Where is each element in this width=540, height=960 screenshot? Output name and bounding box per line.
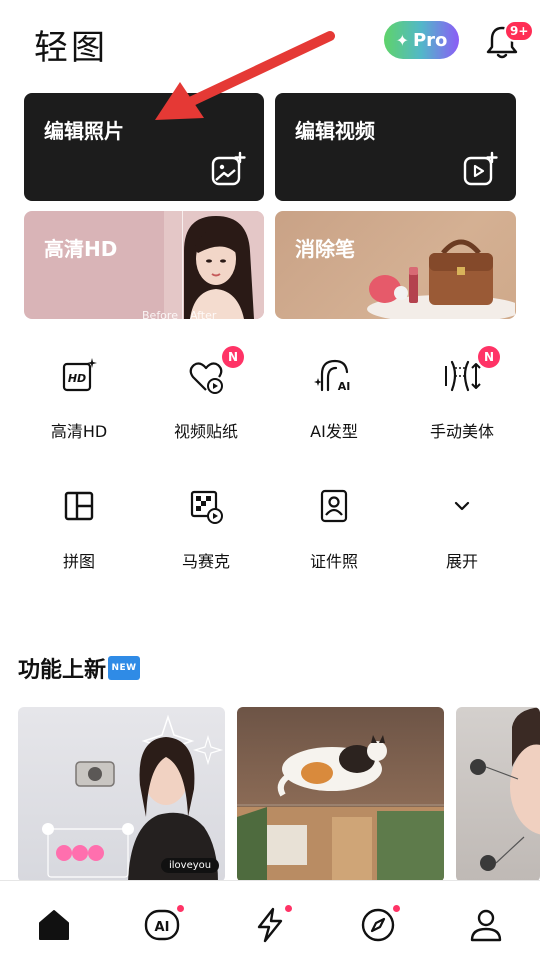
tool-label: 手动美体 bbox=[429, 422, 494, 441]
hd-icon: HD bbox=[62, 358, 97, 392]
compass-notification-dot bbox=[393, 905, 400, 912]
edit-photo-label: 编辑照片 bbox=[44, 119, 124, 143]
edit-video-card[interactable]: 编辑视频 bbox=[275, 93, 516, 201]
edit-photo-card[interactable]: 编辑照片 bbox=[24, 93, 264, 201]
ai-icon[interactable]: AI bbox=[142, 905, 182, 945]
profile-icon[interactable] bbox=[466, 905, 506, 945]
tool-ai-hair[interactable]: AI AI发型 bbox=[274, 356, 394, 442]
ai-hair-icon: AI bbox=[314, 359, 351, 393]
header: 轻图 ✦ Pro 9+ bbox=[0, 0, 540, 84]
notification-badge: 9+ bbox=[504, 20, 535, 42]
bottom-nav: AI bbox=[0, 880, 540, 960]
tool-hd[interactable]: HD 高清HD bbox=[19, 356, 139, 442]
section-title-new-features: 功能上新 NEW bbox=[18, 652, 141, 684]
thumb-2-image bbox=[237, 735, 444, 882]
feature-thumb-1[interactable]: iloveyou bbox=[18, 707, 225, 882]
before-after-divider bbox=[182, 211, 183, 319]
compass-icon[interactable] bbox=[358, 905, 398, 945]
hd-card-label: 高清HD bbox=[44, 237, 118, 261]
edit-video-label: 编辑视频 bbox=[295, 119, 375, 143]
before-label: Before bbox=[142, 309, 178, 319]
new-badge: N bbox=[478, 346, 500, 368]
tool-collage[interactable]: 拼图 bbox=[19, 486, 139, 572]
heart-video-icon bbox=[189, 362, 223, 394]
chevron-down-icon bbox=[454, 501, 470, 511]
tool-body-shape[interactable]: N 手动美体 bbox=[402, 346, 522, 442]
tool-label: AI发型 bbox=[310, 422, 358, 441]
svg-text:AI: AI bbox=[338, 380, 351, 393]
feature-thumb-2[interactable] bbox=[237, 707, 444, 882]
handbag-image bbox=[367, 239, 515, 319]
add-video-icon bbox=[463, 151, 498, 186]
eraser-card[interactable]: 消除笔 bbox=[275, 211, 516, 319]
tool-label: 视频贴纸 bbox=[173, 422, 238, 441]
svg-text:HD: HD bbox=[68, 372, 86, 385]
eraser-card-label: 消除笔 bbox=[295, 237, 355, 261]
hd-card[interactable]: 高清HD Before After bbox=[24, 211, 264, 319]
tool-expand[interactable]: 展开 bbox=[402, 486, 522, 572]
tool-label: 高清HD bbox=[50, 422, 108, 441]
mosaic-icon bbox=[190, 490, 223, 524]
ai-notification-dot bbox=[177, 905, 184, 912]
section-title-text: 功能上新 bbox=[18, 658, 107, 683]
pro-button[interactable]: ✦ Pro bbox=[384, 21, 459, 59]
home-icon[interactable] bbox=[34, 905, 74, 945]
thumb-1-image bbox=[42, 714, 224, 882]
tool-label: 拼图 bbox=[62, 552, 95, 571]
tool-video-sticker[interactable]: N 视频贴纸 bbox=[146, 346, 266, 442]
lightning-icon[interactable] bbox=[250, 905, 290, 945]
after-label: After bbox=[190, 309, 217, 319]
add-photo-icon bbox=[211, 151, 246, 186]
id-photo-icon bbox=[320, 489, 348, 523]
tool-id-photo[interactable]: 证件照 bbox=[274, 486, 394, 572]
portrait-image bbox=[164, 211, 264, 319]
lightning-notification-dot bbox=[285, 905, 292, 912]
new-badge: N bbox=[222, 346, 244, 368]
feature-thumb-3[interactable] bbox=[456, 707, 540, 882]
tool-label: 证件照 bbox=[309, 552, 358, 571]
thumb-1-caption: iloveyou bbox=[161, 858, 220, 873]
tool-mosaic[interactable]: 马赛克 bbox=[146, 486, 266, 572]
new-chip: NEW bbox=[108, 656, 141, 680]
app-title: 轻图 bbox=[34, 28, 108, 68]
body-shape-icon bbox=[445, 360, 481, 392]
thumb-3-image bbox=[470, 707, 540, 871]
svg-text:AI: AI bbox=[155, 920, 170, 935]
sparkle-icon: ✦ bbox=[395, 30, 409, 50]
tool-label: 展开 bbox=[445, 552, 478, 571]
collage-icon bbox=[64, 491, 94, 521]
tool-label: 马赛克 bbox=[181, 552, 230, 571]
pro-label: Pro bbox=[412, 29, 448, 51]
